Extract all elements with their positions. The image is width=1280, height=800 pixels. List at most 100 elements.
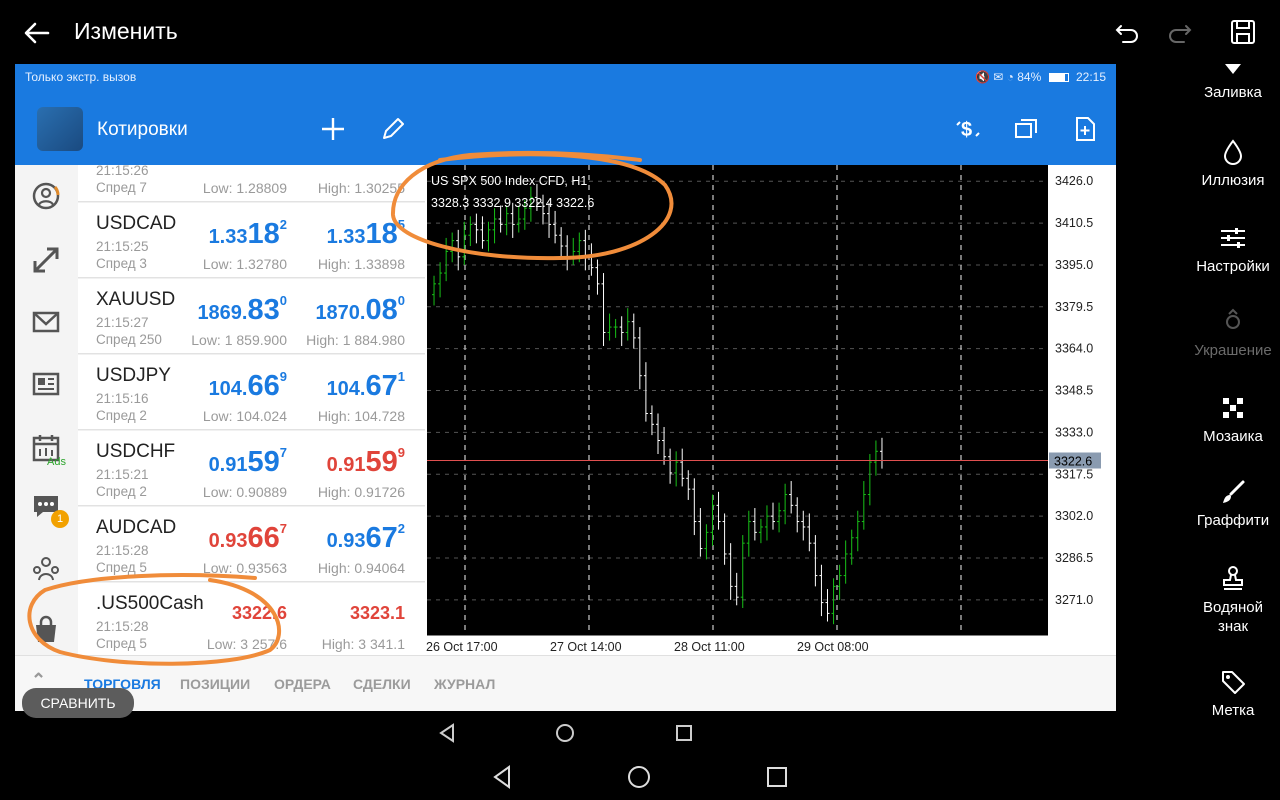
quote-row[interactable]: USDCAD 21:15:25 Спред 3 1.33182 1.33185 … — [78, 203, 425, 278]
tool-label: Настройки — [1196, 258, 1270, 275]
ask-big-digits: 67 — [365, 370, 398, 402]
ask-big-digits: 67 — [365, 522, 398, 554]
status-right: 🔇 ✉ ◔ 84% 22:15 — [975, 70, 1106, 84]
recents-square-icon[interactable] — [674, 723, 694, 743]
bid-big-digits: 66 — [247, 370, 280, 402]
status-left-text: Только экстр. вызов — [25, 70, 137, 84]
save-icon[interactable] — [1229, 18, 1257, 46]
quote-bid: 0.91597 — [209, 445, 287, 479]
ask-prefix: 0.91 — [326, 454, 366, 476]
quote-ask: 1.33185 — [327, 217, 405, 251]
status-bar: Только экстр. вызов 🔇 ✉ ◔ 84% 22:15 — [15, 64, 1116, 91]
chat-badge: 1 — [51, 510, 69, 528]
bid-big-digits: 83 — [247, 294, 280, 326]
recents-square-icon[interactable] — [765, 765, 789, 789]
tab-orders[interactable]: ОРДЕРА — [274, 676, 331, 692]
status-time: 22:15 — [1075, 70, 1106, 84]
quote-row-selected[interactable]: .US500Cash 21:15:28 Спред 5 3322.6 3323.… — [78, 583, 425, 655]
battery-percent: 84% — [1017, 70, 1042, 84]
back-triangle-icon[interactable] — [437, 723, 457, 743]
quote-row[interactable]: AUDCAD 21:15:28 Спред 5 0.93667 0.93672 … — [78, 507, 425, 582]
editor-top-bar: Изменить — [0, 0, 1280, 64]
mt4-logo-icon[interactable] — [37, 107, 83, 151]
y-tick-label: 3271.0 — [1055, 593, 1093, 607]
quote-low: Low: 1.32780 — [202, 256, 287, 272]
tab-positions[interactable]: ПОЗИЦИИ — [180, 676, 250, 692]
tool-graffiti[interactable]: Граффити — [1186, 478, 1280, 529]
quote-symbol: USDJPY — [96, 365, 171, 386]
y-tick-label: 3410.5 — [1055, 216, 1093, 230]
ask-prefix: 1870. — [315, 302, 366, 324]
bid-point: 7 — [279, 445, 287, 460]
system-nav-bar — [0, 755, 1280, 800]
quote-high: High: 1.33898 — [317, 256, 405, 272]
y-tick-label: 3302.0 — [1055, 509, 1093, 523]
bid-point: 0 — [279, 293, 287, 308]
tool-illusion[interactable]: Иллюзия — [1186, 138, 1280, 189]
back-arrow-icon[interactable] — [22, 18, 52, 48]
y-tick-label: 3317.5 — [1055, 467, 1093, 481]
price-chart[interactable]: 3426.0 3410.5 3395.0 3379.5 3364.0 3348.5 3333… — [425, 165, 1116, 655]
quote-row[interactable]: USDJPY 21:15:16 Спред 2 104.669 104.671 … — [78, 355, 425, 430]
price-axis — [1048, 165, 1116, 655]
ask-big-digits: 08 — [365, 294, 398, 326]
ask-point: 5 — [397, 217, 405, 232]
chart-svg[interactable]: 3426.0 3410.5 3395.0 3379.5 3364.0 3348.5 3333… — [425, 165, 1116, 655]
mail-icon[interactable] — [31, 307, 61, 337]
bottom-tabs: ⌃ ТОРГОВЛЯ ПОЗИЦИИ ОРДЕРА СДЕЛКИ ЖУРНАЛ — [15, 655, 1116, 711]
new-document-icon[interactable] — [1071, 115, 1099, 143]
ask-point: 1 — [397, 369, 405, 384]
trade-arrows-icon[interactable] — [31, 245, 61, 275]
account-icon[interactable] — [31, 181, 61, 211]
tool-watermark[interactable]: Водяной знак — [1186, 564, 1280, 636]
chart-plot-area — [427, 165, 1048, 635]
quote-high: High: 0.94064 — [317, 560, 405, 576]
back-triangle-icon[interactable] — [490, 765, 514, 789]
undo-icon[interactable] — [1113, 18, 1141, 46]
quote-row[interactable]: USDCHF 21:15:21 Спред 2 0.91597 0.91599 … — [78, 431, 425, 506]
fill-icon — [1225, 64, 1241, 74]
quote-symbol: .US500Cash — [96, 593, 204, 614]
tool-fill[interactable]: Заливка — [1186, 64, 1280, 101]
redo-icon[interactable] — [1166, 18, 1194, 46]
y-tick-label: 3348.5 — [1055, 384, 1093, 398]
edit-icon[interactable] — [379, 115, 407, 143]
ask-prefix: 104. — [326, 378, 366, 400]
battery-icon — [1048, 73, 1069, 82]
tool-mosaic[interactable]: Мозаика — [1186, 394, 1280, 445]
tab-journal[interactable]: ЖУРНАЛ — [434, 676, 495, 692]
quote-row[interactable]: 21:15:26 Спред 7 Low: 1.28809 High: 1.30… — [78, 165, 425, 202]
add-icon[interactable] — [319, 115, 347, 143]
inner-nav-bar — [0, 711, 1280, 755]
news-icon[interactable] — [31, 369, 61, 399]
home-circle-icon[interactable] — [555, 723, 575, 743]
quote-time: 21:15:25 — [96, 239, 149, 254]
bid-big-digits: 18 — [247, 218, 280, 250]
quote-high: High: 1 884.980 — [306, 332, 405, 348]
quote-low: Low: 1.28809 — [202, 180, 287, 196]
bid-prefix: 1.33 — [208, 226, 248, 248]
bid-point: 7 — [279, 521, 287, 536]
quote-spread: Спред 2 — [96, 408, 147, 423]
tool-label: Граффити — [1196, 512, 1270, 529]
home-circle-icon[interactable] — [627, 765, 651, 789]
tab-deals[interactable]: СДЕЛКИ — [353, 676, 411, 692]
tool-settings[interactable]: Настройки — [1186, 224, 1280, 275]
tool-decoration[interactable]: Украшение — [1186, 308, 1280, 359]
market-bag-icon[interactable] — [31, 615, 61, 645]
quote-spread: Спред 5 — [96, 636, 147, 651]
windows-icon[interactable] — [1012, 115, 1040, 143]
trade-dollar-icon[interactable]: $ — [954, 115, 982, 143]
quote-spread: Спред 7 — [96, 180, 147, 195]
bid-big-digits: 66 — [247, 522, 280, 554]
bid-point: 9 — [279, 369, 287, 384]
y-tick-label: 3333.0 — [1055, 425, 1093, 439]
community-icon[interactable] — [31, 553, 61, 583]
bid-big-digits: 59 — [247, 446, 280, 478]
x-tick-label: 28 Oct 11:00 — [674, 640, 745, 654]
app-title: Котировки — [97, 119, 188, 140]
drop-icon — [1223, 139, 1243, 165]
mt4-screenshot: Только экстр. вызов 🔇 ✉ ◔ 84% 22:15 Коти… — [15, 64, 1116, 711]
quote-row[interactable]: XAUUSD 21:15:27 Спред 250 1869.830 1870.… — [78, 279, 425, 354]
quote-time: 21:15:26 — [96, 165, 149, 178]
